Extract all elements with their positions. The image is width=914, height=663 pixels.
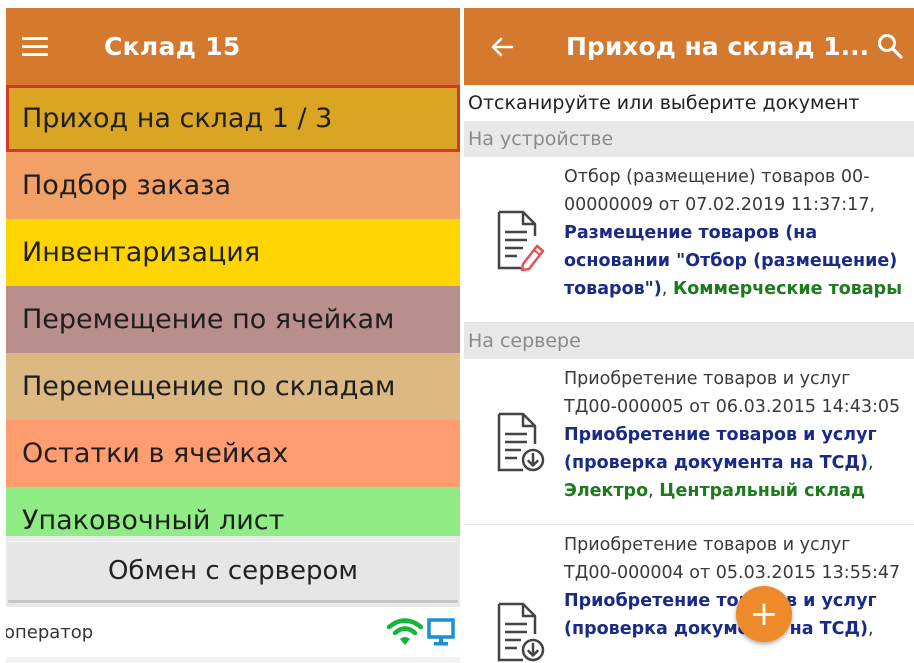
operation-type-line: Размещение товаров (на (564, 223, 818, 243)
menu-item-packing-list[interactable]: Упаковочный лист (6, 487, 460, 536)
operation-type-line: Приобретение товаров и услуг (564, 425, 877, 445)
operation-type-line: основании "Отбор (размещение) (564, 251, 898, 271)
status-icons (387, 617, 456, 647)
menu-item-move-warehouses[interactable]: Перемещение по складам (6, 353, 460, 420)
monitor-icon (427, 618, 455, 646)
document-edit-icon (464, 157, 564, 322)
hamburger-menu-icon[interactable] (22, 37, 48, 56)
separator: , (648, 481, 660, 501)
menu-item-receipt[interactable]: Приход на склад 1 / 3 (6, 85, 460, 152)
document-title-line: Приобретение товаров и услуг (564, 369, 851, 389)
document-number-line: ТД00-000005 от 06.03.2015 14:43:05 (564, 397, 901, 417)
scan-prompt: Отсканируйте или выберите документ (468, 92, 860, 114)
document-list-item[interactable]: Отбор (размещение) товаров 00- 00000009 … (464, 157, 914, 323)
app-title: Склад 15 (104, 32, 241, 61)
section-header-server: На сервере (464, 323, 914, 359)
operation-type-tail: (проверка документа на ТСД) (564, 453, 868, 473)
menu-item-move-cells[interactable]: Перемещение по ячейкам (6, 286, 460, 353)
app-bar: Приход на склад 1... (464, 8, 914, 85)
operation-type-tail: (проверка документа на ТСД) (564, 619, 868, 639)
separator: , (868, 453, 874, 473)
app-bar: Склад 15 (6, 8, 460, 85)
document-details: Приобретение товаров и услуг ТД00-000004… (564, 525, 900, 663)
wifi-icon (387, 618, 423, 645)
operation-type-tail: товаров") (564, 279, 662, 299)
document-details: Отбор (размещение) товаров 00- 00000009 … (564, 157, 902, 322)
operation-type-line: Приобретение товаров и услуг (564, 591, 877, 611)
add-document-button[interactable]: + (736, 586, 792, 642)
document-download-icon (464, 525, 564, 663)
search-icon[interactable] (876, 32, 904, 64)
document-title-line: Отбор (размещение) товаров 00- (564, 167, 870, 187)
separator: , (661, 279, 673, 299)
operations-menu: Приход на склад 1 / 3 Подбор заказа Инве… (6, 85, 460, 536)
exchange-with-server-button[interactable]: Обмен с сервером (8, 541, 458, 603)
menu-item-inventory[interactable]: Инвентаризация (6, 219, 460, 286)
main-menu-screen: Склад 15 Приход на склад 1 / 3 Подбор за… (6, 8, 460, 663)
screen-title: Приход на склад 1... (566, 32, 870, 61)
back-arrow-icon[interactable] (490, 35, 514, 59)
document-number-line: ТД00-000004 от 05.03.2015 13:55:47 (564, 563, 901, 583)
organization-name: Электро (564, 481, 649, 501)
document-number-line: 00000009 от 07.02.2019 11:37:17, (564, 195, 876, 215)
document-download-icon (464, 359, 564, 524)
operator-label: оператор (6, 621, 94, 643)
status-bar: оператор (6, 607, 460, 657)
warehouse-name: Центральный склад (659, 481, 866, 501)
section-header-device: На устройстве (464, 121, 914, 157)
document-selection-screen: Приход на склад 1... Отсканируйте или вы… (464, 8, 914, 663)
menu-item-order-picking[interactable]: Подбор заказа (6, 152, 460, 219)
separator: , (868, 619, 874, 639)
document-list-item[interactable]: Приобретение товаров и услуг ТД00-000005… (464, 359, 914, 525)
document-list-item[interactable]: Приобретение товаров и услуг ТД00-000004… (464, 525, 914, 663)
document-details: Приобретение товаров и услуг ТД00-000005… (564, 359, 900, 524)
menu-item-cell-balances[interactable]: Остатки в ячейках (6, 420, 460, 487)
document-title-line: Приобретение товаров и услуг (564, 535, 851, 555)
warehouse-name: Коммерческие товары (672, 279, 903, 299)
exchange-area: Обмен с сервером (6, 536, 460, 607)
